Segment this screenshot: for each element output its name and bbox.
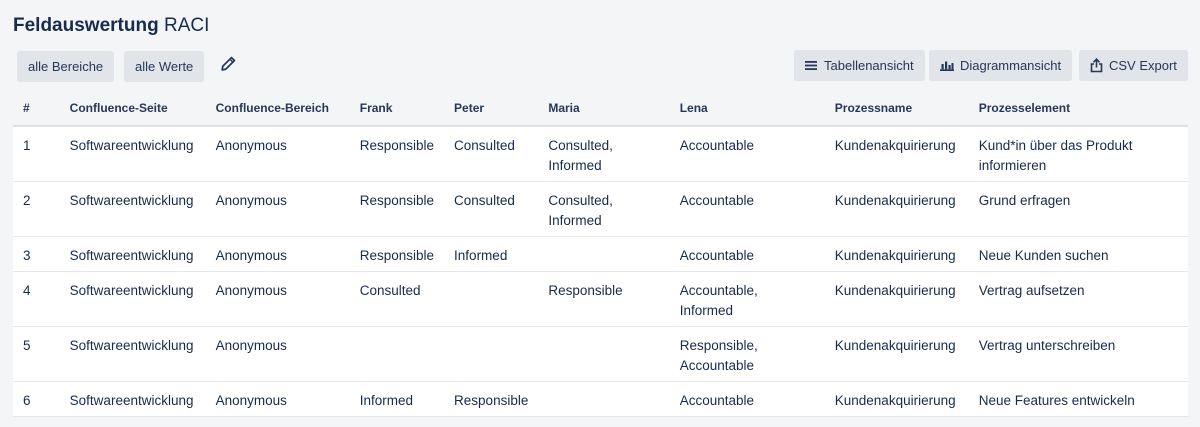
- space-cell: Anonymous: [205, 326, 350, 382]
- frank-cell: Responsible: [349, 236, 445, 272]
- space-cell: Anonymous: [205, 271, 350, 327]
- process-cell: Kundenakquirierung: [824, 271, 969, 327]
- header-process-element[interactable]: Prozesselement: [968, 91, 1188, 127]
- row-number: 3: [13, 236, 60, 272]
- maria-cell: [538, 381, 670, 417]
- maria-cell: [538, 326, 670, 382]
- row-number: 5: [13, 326, 60, 382]
- row-number: 2: [13, 181, 60, 237]
- peter-cell: Responsible: [444, 381, 539, 417]
- process-cell: Kundenakquirierung: [824, 326, 969, 382]
- peter-cell: Informed: [444, 236, 539, 272]
- frank-cell: Responsible: [349, 181, 445, 237]
- header-confluence-page[interactable]: Confluence-Seite: [59, 91, 206, 127]
- csv-export-button[interactable]: CSV Export: [1079, 50, 1188, 81]
- header-peter[interactable]: Peter: [444, 91, 539, 127]
- table-row: 2 Softwareentwicklung Anonymous Responsi…: [13, 181, 1188, 237]
- chart-view-label: Diagrammansicht: [960, 58, 1062, 73]
- header-confluence-space[interactable]: Confluence-Bereich: [205, 91, 350, 127]
- lena-cell: Responsible, Accountable: [669, 326, 825, 382]
- page-link[interactable]: Softwareentwicklung: [59, 271, 206, 327]
- table-row: 5 Softwareentwicklung Anonymous Responsi…: [13, 326, 1188, 382]
- maria-cell: Consulted, Informed: [538, 181, 670, 237]
- page-link[interactable]: Softwareentwicklung: [59, 381, 206, 417]
- element-cell: Vertrag unterschreiben: [968, 326, 1188, 382]
- page-link[interactable]: Softwareentwicklung: [59, 126, 206, 182]
- peter-cell: Consulted: [444, 126, 539, 182]
- frank-cell: [349, 326, 445, 382]
- table-row: 3 Softwareentwicklung Anonymous Responsi…: [13, 236, 1188, 272]
- areas-filter-label: alle Bereiche: [28, 59, 104, 74]
- maria-cell: Consulted, Informed: [538, 126, 670, 182]
- lena-cell: Accountable: [669, 381, 825, 417]
- csv-export-label: CSV Export: [1109, 58, 1177, 73]
- table-row: 4 Softwareentwicklung Anonymous Consulte…: [13, 271, 1188, 327]
- maria-cell: Responsible: [538, 271, 670, 327]
- process-cell: Kundenakquirierung: [824, 181, 969, 237]
- element-cell: Grund erfragen: [968, 181, 1188, 237]
- element-cell: Neue Kunden suchen: [968, 236, 1188, 272]
- element-cell: Vertrag aufsetzen: [968, 271, 1188, 327]
- list-icon: [805, 60, 818, 71]
- frank-cell: Responsible: [349, 126, 445, 182]
- lena-cell: Accountable: [669, 126, 825, 182]
- row-number: 4: [13, 271, 60, 327]
- page-link[interactable]: Softwareentwicklung: [59, 236, 206, 272]
- chart-view-button[interactable]: Diagrammansicht: [929, 50, 1073, 81]
- peter-cell: [444, 326, 539, 382]
- element-cell: Neue Features entwickeln: [968, 381, 1188, 417]
- table-view-button[interactable]: Tabellenansicht: [794, 50, 925, 81]
- space-cell: Anonymous: [205, 126, 350, 182]
- lena-cell: Accountable, Informed: [669, 271, 825, 327]
- row-number: 1: [13, 126, 60, 182]
- space-cell: Anonymous: [205, 236, 350, 272]
- title-main: Feldauswertung: [13, 15, 159, 36]
- frank-cell: Informed: [349, 381, 445, 417]
- lena-cell: Accountable: [669, 236, 825, 272]
- header-frank[interactable]: Frank: [349, 91, 445, 127]
- frank-cell: Consulted: [349, 271, 445, 327]
- space-cell: Anonymous: [205, 381, 350, 417]
- title-sub: RACI: [163, 15, 210, 36]
- peter-cell: [444, 271, 539, 327]
- header-number[interactable]: #: [13, 91, 60, 127]
- space-cell: Anonymous: [205, 181, 350, 237]
- page-title: Feldauswertung RACI: [13, 14, 209, 38]
- page-link[interactable]: Softwareentwicklung: [59, 181, 206, 237]
- table-header-row: # Confluence-Seite Confluence-Bereich Fr…: [13, 91, 1188, 127]
- values-filter-label: alle Werte: [135, 59, 194, 74]
- peter-cell: Consulted: [444, 181, 539, 237]
- header-process-name[interactable]: Prozessname: [824, 91, 969, 127]
- lena-cell: Accountable: [669, 181, 825, 237]
- process-cell: Kundenakquirierung: [824, 381, 969, 417]
- pencil-icon[interactable]: [220, 55, 237, 77]
- table-row: 6 Softwareentwicklung Anonymous Informed…: [13, 381, 1188, 417]
- row-number: 6: [13, 381, 60, 417]
- table-view-label: Tabellenansicht: [824, 58, 914, 73]
- maria-cell: [538, 236, 670, 272]
- element-cell: Kund*in über das Produkt informieren: [968, 126, 1188, 182]
- areas-filter-button[interactable]: alle Bereiche: [17, 51, 115, 82]
- table-row: 1 Softwareentwicklung Anonymous Responsi…: [13, 126, 1188, 182]
- header-maria[interactable]: Maria: [538, 91, 670, 127]
- values-filter-button[interactable]: alle Werte: [124, 51, 205, 82]
- process-cell: Kundenakquirierung: [824, 236, 969, 272]
- page-link[interactable]: Softwareentwicklung: [59, 326, 206, 382]
- header-lena[interactable]: Lena: [669, 91, 825, 127]
- bar-chart-icon: [940, 60, 954, 71]
- export-icon: [1090, 58, 1103, 73]
- raci-table: # Confluence-Seite Confluence-Bereich Fr…: [13, 91, 1188, 417]
- process-cell: Kundenakquirierung: [824, 126, 969, 182]
